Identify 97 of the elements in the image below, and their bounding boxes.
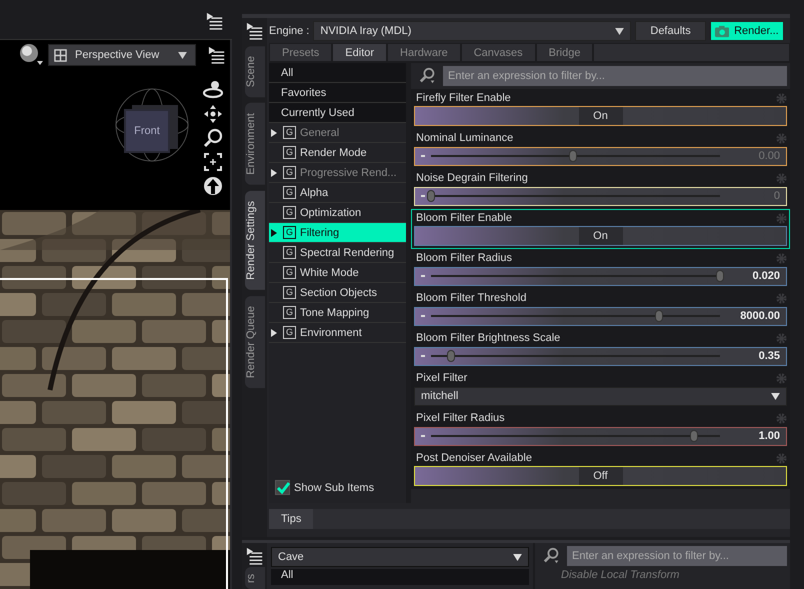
slider[interactable]: 8000.00 [414, 306, 787, 326]
property-label: Bloom Filter Enable [416, 212, 512, 224]
slider[interactable]: 1.00 [414, 426, 787, 446]
group-icon: G [283, 266, 296, 279]
side-tab[interactable]: Environment [244, 103, 264, 185]
list-item[interactable]: G Render Mode [269, 143, 406, 163]
expand-arrow-icon[interactable] [271, 228, 277, 236]
list-item[interactable]: All [271, 569, 529, 585]
dropdown[interactable]: mitchell [414, 386, 787, 406]
property-label: Disable Local Transform [560, 569, 680, 581]
list-item[interactable]: Favorites [269, 83, 406, 103]
slider-value: 1.00 [758, 430, 780, 442]
expand-arrow-icon[interactable] [271, 328, 277, 336]
list-item[interactable]: G Spectral Rendering [269, 243, 406, 263]
group-icon: G [283, 186, 296, 199]
navigation-cube[interactable]: Front [114, 87, 190, 163]
menu-icon[interactable] [208, 46, 226, 64]
list-item[interactable]: G White Mode [269, 263, 406, 283]
preset-dropdown[interactable]: Cave [271, 547, 529, 567]
frame-icon[interactable] [203, 152, 223, 172]
defaults-button[interactable]: Defaults [635, 21, 706, 41]
list-item[interactable]: G Section Objects [269, 283, 406, 303]
menu-icon[interactable] [246, 547, 264, 565]
slider-value: 0 [772, 190, 780, 202]
cube-face-label: Front [134, 125, 160, 137]
property-label: Pixel Filter [416, 372, 468, 384]
list-item[interactable]: G Environment [269, 323, 406, 343]
slider-value: 0.00 [758, 150, 780, 162]
tab[interactable]: Presets [269, 43, 332, 62]
property-label: Firefly Filter Enable [416, 92, 511, 104]
camera-icon [714, 24, 730, 38]
property-label: Noise Degrain Filtering [416, 172, 528, 184]
filter-field[interactable]: Enter an expression to filter by... [567, 546, 787, 566]
tab[interactable]: Canvases [460, 43, 536, 62]
group-icon: G [283, 306, 296, 319]
view-dropdown[interactable]: Perspective View [48, 44, 196, 66]
group-icon: G [283, 206, 296, 219]
checkbox-label: Show Sub Items [294, 482, 374, 494]
group-icon: G [283, 246, 296, 259]
engine-label: Engine : [269, 25, 310, 37]
property-label: Bloom Filter Threshold [416, 292, 526, 304]
slider-value: 0.020 [751, 270, 780, 282]
toggle-switch[interactable]: Off [414, 466, 787, 486]
property-label: Bloom Filter Brightness Scale [416, 332, 560, 344]
group-icon: G [283, 326, 296, 339]
search-icon[interactable] [543, 547, 561, 565]
tab[interactable]: Editor [332, 43, 388, 62]
property-label: Pixel Filter Radius [416, 412, 505, 424]
slider-thumb[interactable] [568, 150, 577, 162]
checkbox[interactable] [275, 480, 290, 495]
side-tab[interactable]: rs [244, 567, 264, 589]
move-icon[interactable] [203, 104, 223, 124]
caret-icon [615, 28, 624, 34]
slider-thumb[interactable] [427, 190, 435, 202]
group-icon: G [283, 166, 296, 179]
sphere-icon[interactable] [18, 43, 44, 67]
property-label: Post Denoiser Available [416, 452, 532, 464]
slider-thumb[interactable] [655, 310, 664, 322]
property-label: Bloom Filter Radius [416, 252, 512, 264]
slider-value: 8000.00 [739, 310, 780, 322]
slider[interactable]: 0.35 [414, 346, 787, 366]
engine-dropdown[interactable]: NVIDIA Iray (MDL) [313, 21, 632, 41]
view-label: Perspective View [75, 49, 160, 61]
menu-icon[interactable] [206, 12, 224, 30]
menu-icon[interactable] [246, 22, 264, 40]
orbit-icon[interactable] [203, 80, 223, 100]
tab[interactable]: Tips [269, 509, 314, 529]
zoom-icon[interactable] [203, 128, 223, 148]
toggle-switch[interactable]: On [414, 106, 787, 126]
slider-value: 0.35 [758, 350, 780, 362]
caret-icon [513, 554, 522, 560]
slider-thumb[interactable] [690, 430, 698, 442]
side-tab[interactable]: Render Settings [244, 190, 264, 290]
list-item[interactable]: G Filtering [269, 223, 406, 243]
group-icon: G [283, 286, 296, 299]
filter-field[interactable]: Enter an expression to filter by... [443, 66, 787, 86]
side-tab[interactable]: Render Queue [244, 296, 264, 388]
slider[interactable]: 0.020 [414, 266, 787, 286]
side-tab[interactable]: Scene [244, 46, 264, 98]
tab[interactable]: Hardware [387, 43, 461, 62]
search-icon[interactable] [419, 67, 437, 85]
group-icon: G [283, 146, 296, 159]
toggle-switch[interactable]: On [414, 226, 787, 246]
group-icon: G [283, 226, 296, 239]
list-item[interactable]: All [269, 63, 406, 83]
render-button[interactable]: Render... [710, 21, 784, 41]
slider-thumb[interactable] [447, 350, 456, 362]
list-item[interactable]: Currently Used [269, 103, 406, 123]
slider-thumb[interactable] [716, 270, 724, 282]
caret-icon [771, 392, 780, 400]
group-icon: G [283, 126, 296, 139]
list-item[interactable]: G Tone Mapping [269, 303, 406, 323]
property-label: Nominal Luminance [416, 132, 514, 144]
tab[interactable]: Bridge [536, 43, 594, 62]
window-icon [54, 48, 67, 62]
caret-icon [178, 52, 187, 58]
list-item[interactable]: G Alpha [269, 183, 406, 203]
